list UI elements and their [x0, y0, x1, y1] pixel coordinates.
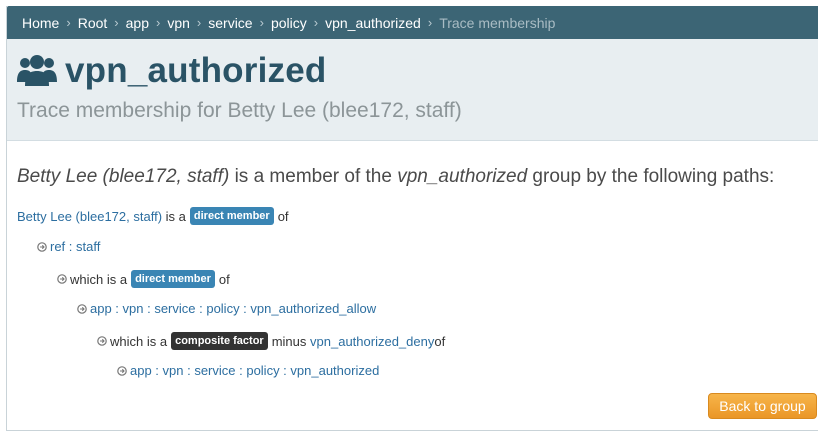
title-row: vpn_authorized: [17, 49, 326, 93]
breadcrumb-vpn[interactable]: vpn: [167, 15, 190, 31]
users-icon: [17, 55, 57, 86]
trace-text: is a: [165, 208, 186, 224]
composite-factor-badge: composite factor: [171, 332, 268, 350]
breadcrumb: Home › Root › app › vpn › service › poli…: [7, 6, 818, 39]
breadcrumb-current: Trace membership: [439, 14, 556, 31]
breadcrumb-home[interactable]: Home: [22, 15, 59, 31]
circle-arrow-right-icon: [117, 365, 127, 376]
breadcrumb-service[interactable]: service: [208, 15, 252, 31]
trace-row: ref : staff: [37, 239, 100, 254]
breadcrumb-separator: ›: [427, 15, 433, 30]
trace-text: of: [434, 333, 446, 349]
trace-row: app : vpn : service : policy : vpn_autho…: [117, 363, 379, 378]
summary-text-end: group by the following paths:: [527, 166, 775, 187]
breadcrumb-policy[interactable]: policy: [271, 15, 307, 31]
page-subtitle: Trace membership for Betty Lee (blee172,…: [17, 99, 462, 122]
trace-text: minus: [271, 333, 307, 349]
breadcrumb-root[interactable]: Root: [78, 15, 108, 31]
circle-arrow-right-icon: [77, 303, 87, 314]
circle-arrow-right-icon: [97, 336, 107, 346]
breadcrumb-app[interactable]: app: [126, 15, 149, 31]
breadcrumb-separator: ›: [155, 15, 161, 30]
group-link[interactable]: app : vpn : service : policy : vpn_autho…: [90, 301, 376, 316]
trace-row: Betty Lee (blee172, staff) is a direct m…: [17, 207, 289, 225]
breadcrumb-vpn-authorized[interactable]: vpn_authorized: [325, 15, 421, 31]
member-name: Betty Lee (blee172, staff): [17, 166, 230, 187]
circle-arrow-right-icon: [57, 274, 67, 284]
trace-text: of: [218, 271, 230, 287]
breadcrumb-separator: ›: [114, 15, 119, 30]
trace-row: which is a direct member of: [57, 270, 230, 288]
breadcrumb-separator: ›: [66, 15, 71, 30]
direct-member-badge: direct member: [189, 207, 274, 225]
page-title: vpn_authorized: [65, 51, 327, 90]
group-link[interactable]: app : vpn : service : policy : vpn_autho…: [130, 363, 379, 378]
group-link[interactable]: vpn_authorized_deny: [310, 334, 434, 349]
breadcrumb-separator: ›: [196, 15, 202, 30]
circle-arrow-right-icon: [37, 241, 47, 252]
trace-row: app : vpn : service : policy : vpn_autho…: [77, 301, 376, 316]
trace-text: which is a: [110, 333, 168, 349]
trace-text: which is a: [70, 271, 128, 287]
member-link[interactable]: Betty Lee (blee172, staff): [17, 209, 162, 224]
back-to-group-button[interactable]: Back to group: [708, 393, 817, 419]
breadcrumb-separator: ›: [259, 15, 264, 30]
direct-member-badge: direct member: [131, 270, 215, 288]
trace-row: which is a composite factor minus vpn_au…: [97, 332, 445, 350]
trace-text: of: [277, 208, 289, 224]
group-link[interactable]: ref : staff: [50, 239, 100, 254]
page-frame: Home › Root › app › vpn › service › poli…: [6, 6, 818, 431]
breadcrumb-separator: ›: [313, 15, 319, 30]
page-header: vpn_authorized Trace membership for Bett…: [7, 39, 818, 141]
summary-text: is a member of the: [229, 166, 398, 187]
membership-summary: Betty Lee (blee172, staff) is a member o…: [17, 166, 774, 188]
group-name: vpn_authorized: [397, 166, 528, 187]
